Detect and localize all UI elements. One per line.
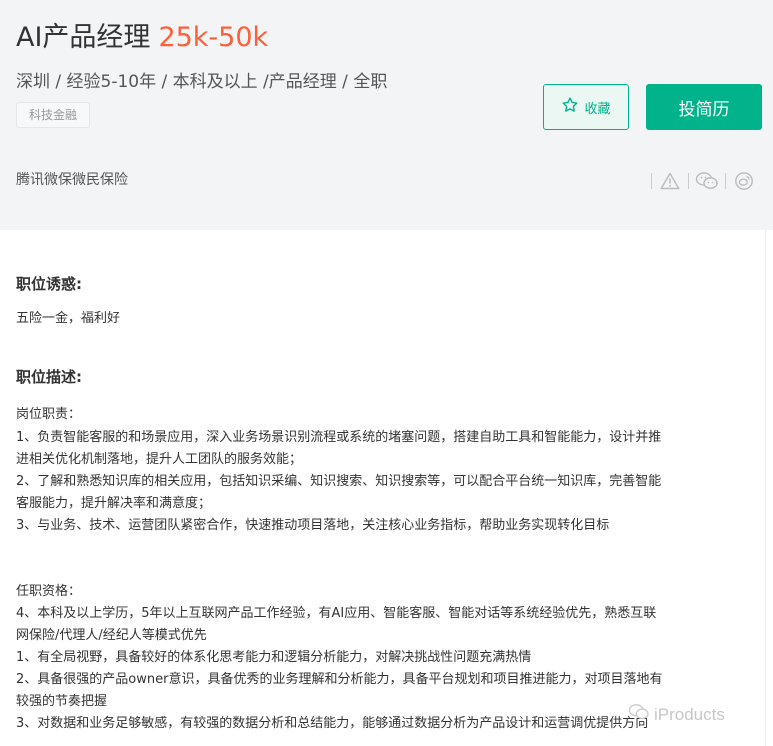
salary: 25k-50k bbox=[158, 22, 269, 53]
description-line: 2、了解和熟悉知识库的相关应用，包括知识采编、知识搜索、知识搜索等，可以配合平台… bbox=[16, 474, 662, 489]
job-header: AI产品经理 25k-50k 深圳 / 经验5-10年 / 本科及以上 /产品经理… bbox=[0, 0, 773, 230]
weibo-icon[interactable] bbox=[726, 169, 762, 193]
description-line: 网保险/代理人/经纪人等模式优先 bbox=[16, 628, 207, 643]
description-title: 职位描述: bbox=[16, 368, 82, 386]
description-line: 2、具备很强的产品owner意识，具备优秀的业务理解和分析能力，具备平台规划和项… bbox=[16, 672, 663, 687]
favorite-button[interactable]: 收藏 bbox=[543, 84, 629, 130]
description-line: 1、有全局视野，具备较好的体系化思考能力和逻辑分析能力，对解决挑战性问题充满热情 bbox=[16, 650, 532, 665]
description-line: 1、负责智能客服的和场景应用，深入业务场景识别流程或系统的堵塞问题，搭建自助工具… bbox=[16, 430, 662, 445]
watermark: iProducts bbox=[628, 703, 725, 726]
share-tools bbox=[651, 169, 762, 193]
description-line: 任职资格： bbox=[16, 584, 82, 599]
star-icon bbox=[561, 96, 579, 118]
wechat-icon[interactable] bbox=[689, 169, 725, 193]
wechat-icon bbox=[628, 703, 650, 726]
watermark-text: iProducts bbox=[654, 704, 725, 724]
warning-icon[interactable] bbox=[652, 169, 688, 193]
job-requirements: 深圳 / 经验5-10年 / 本科及以上 /产品经理 / 全职 bbox=[16, 72, 388, 92]
apply-button[interactable]: 投简历 bbox=[646, 84, 762, 130]
benefits-text: 五险一金，福利好 bbox=[16, 311, 121, 326]
description-line: 客服能力，提升解决率和满意度； bbox=[16, 496, 212, 511]
description-line: 3、对数据和业务足够敏感，有较强的数据分析和总结能力，能够通过数据分析为产品设计… bbox=[16, 716, 649, 731]
job-title: AI产品经理 25k-50k bbox=[16, 19, 268, 57]
company-name[interactable]: 腾讯微保微民保险 bbox=[16, 170, 128, 190]
description-line: 3、与业务、技术、运营团队紧密合作，快速推动项目落地，关注核心业务指标，帮助业务… bbox=[16, 518, 610, 533]
description-line: 较强的节奏把握 bbox=[16, 694, 108, 709]
description-line: 4、本科及以上学历，5年以上互联网产品工作经验，有AI应用、智能客服、智能对话等… bbox=[16, 606, 657, 621]
divider bbox=[765, 230, 766, 746]
industry-tag: 科技金融 bbox=[16, 102, 91, 128]
description-line: 进相关优化机制落地，提升人工团队的服务效能； bbox=[16, 452, 303, 467]
favorite-label: 收藏 bbox=[584, 101, 611, 117]
benefits-title: 职位诱惑: bbox=[16, 275, 82, 293]
description-line: 岗位职责： bbox=[16, 407, 82, 422]
job-title-text: AI产品经理 bbox=[16, 22, 151, 53]
